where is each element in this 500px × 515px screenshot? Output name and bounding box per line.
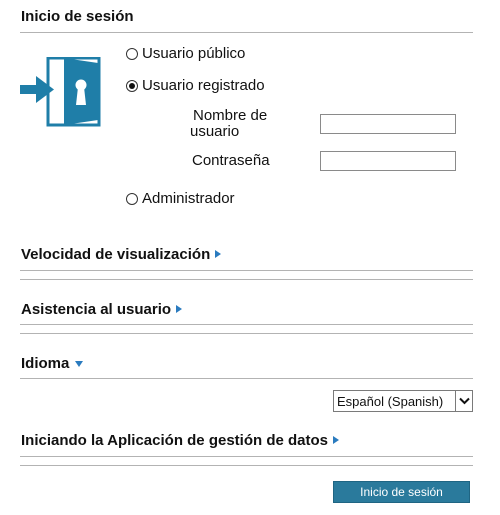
divider (20, 456, 473, 457)
radio-icon[interactable] (126, 47, 138, 60)
radio-icon[interactable] (126, 192, 138, 205)
display-speed-toggle[interactable]: Velocidad de visualización (21, 246, 222, 263)
public-user-label: Usuario público (142, 45, 246, 62)
divider (20, 279, 473, 280)
user-assistance-toggle[interactable]: Asistencia al usuario (21, 301, 183, 318)
expand-arrow-right-icon (176, 305, 183, 313)
username-label: Nombre de usuario (190, 107, 268, 140)
display-speed-title: Velocidad de visualización (21, 246, 211, 263)
divider (20, 270, 473, 271)
registered-user-label: Usuario registrado (142, 77, 265, 94)
language-toggle[interactable]: Idioma (21, 355, 84, 372)
language-select[interactable]: Español (Spanish) (333, 390, 473, 412)
administrator-radio[interactable]: Administrador (126, 190, 235, 207)
chevron-down-icon[interactable] (455, 391, 472, 411)
divider (20, 378, 473, 379)
administrator-label: Administrador (142, 190, 235, 207)
login-door-icon (20, 57, 101, 127)
radio-selected-icon[interactable] (126, 79, 138, 92)
data-management-title: Iniciando la Aplicación de gestión de da… (21, 432, 328, 449)
expand-arrow-right-icon (333, 436, 339, 444)
public-user-radio[interactable]: Usuario público (126, 45, 245, 62)
username-input[interactable] (320, 114, 456, 134)
login-section-title: Inicio de sesión (21, 8, 134, 25)
username-label-line2: usuario (190, 123, 240, 140)
divider (20, 324, 473, 325)
language-title: Idioma (21, 355, 70, 372)
collapse-arrow-down-icon (75, 361, 84, 367)
user-assistance-title: Asistencia al usuario (21, 301, 172, 318)
divider (20, 32, 473, 33)
divider (20, 465, 473, 466)
expand-arrow-right-icon (215, 250, 222, 258)
language-selected-value: Español (Spanish) (337, 393, 444, 409)
registered-user-radio[interactable]: Usuario registrado (126, 77, 265, 94)
password-label: Contraseña (192, 152, 270, 169)
password-input[interactable] (320, 151, 456, 171)
divider (20, 333, 473, 334)
data-management-toggle[interactable]: Iniciando la Aplicación de gestión de da… (21, 432, 339, 449)
username-label-line1: Nombre de (193, 107, 268, 124)
login-button[interactable]: Inicio de sesión (333, 481, 470, 503)
